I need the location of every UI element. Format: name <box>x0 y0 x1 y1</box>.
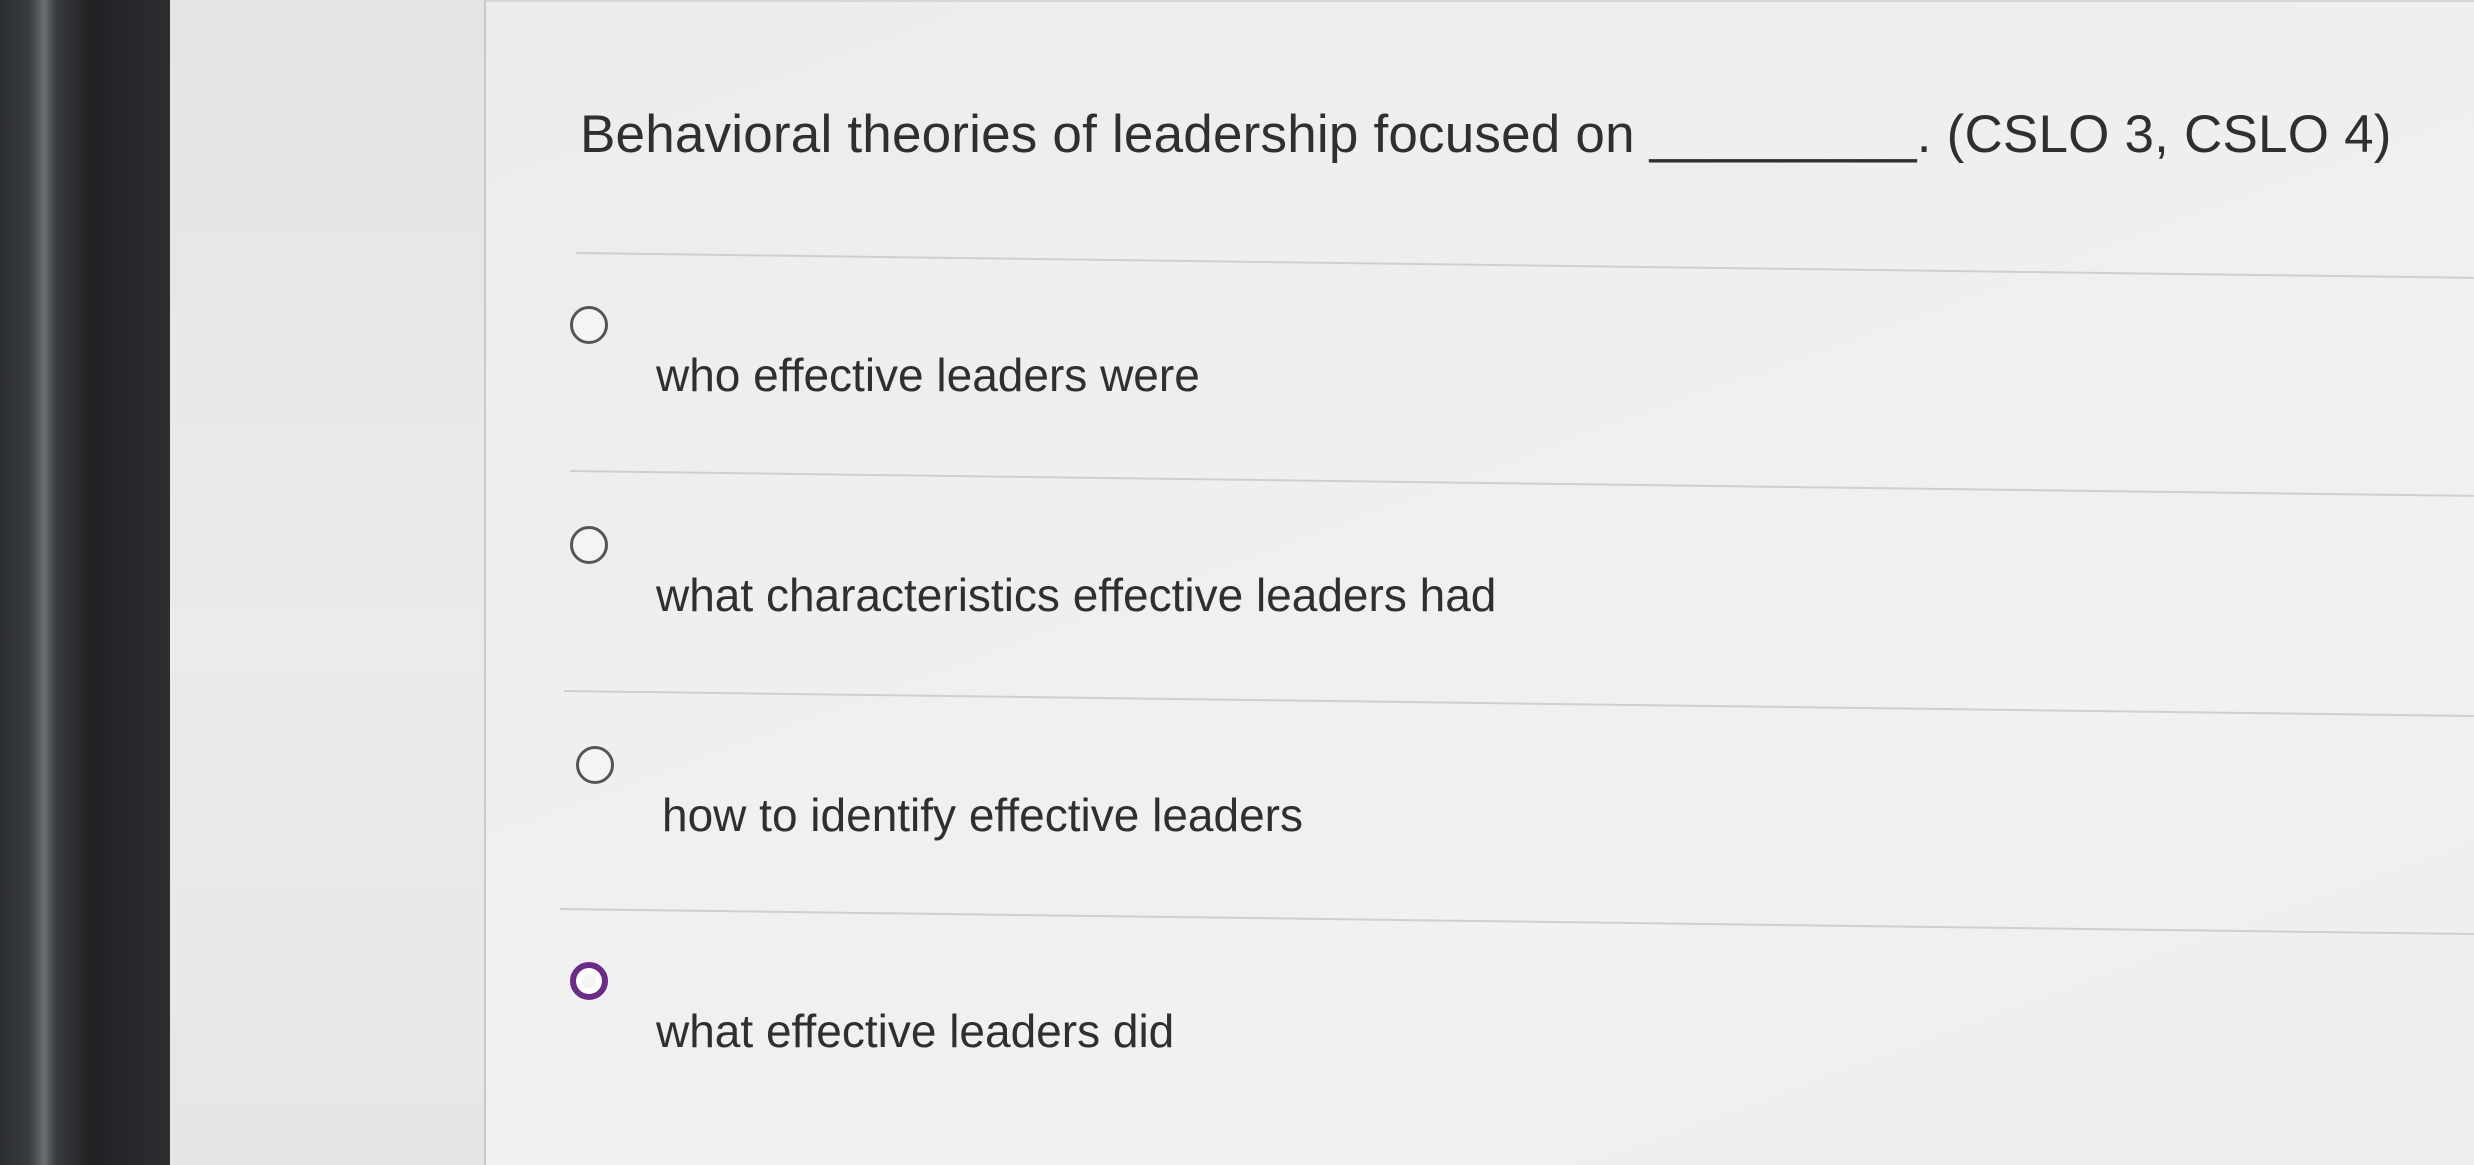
radio-empty-icon[interactable] <box>576 746 614 784</box>
option-what-effective-leaders-did[interactable]: what effective leaders did <box>570 962 2370 1082</box>
option-what-characteristics[interactable]: what characteristics effective leaders h… <box>570 526 2370 646</box>
question-text: Behavioral theories of leadership focuse… <box>580 105 2392 164</box>
option-label: what effective leaders did <box>656 1005 1175 1057</box>
radio-empty-icon[interactable] <box>570 306 608 344</box>
radio-filled-icon[interactable] <box>570 962 608 1000</box>
monitor-bezel <box>0 0 170 1165</box>
option-who-effective-leaders-were[interactable]: who effective leaders were <box>570 306 2370 426</box>
panel-top-border <box>486 0 2474 2</box>
left-margin <box>170 0 486 1165</box>
screen: Behavioral theories of leadership focuse… <box>0 0 2474 1165</box>
option-label: how to identify effective leaders <box>662 789 1303 841</box>
option-how-to-identify[interactable]: how to identify effective leaders <box>576 746 2376 866</box>
option-label: what characteristics effective leaders h… <box>656 569 1497 621</box>
option-label: who effective leaders were <box>656 349 1200 401</box>
radio-empty-icon[interactable] <box>570 526 608 564</box>
